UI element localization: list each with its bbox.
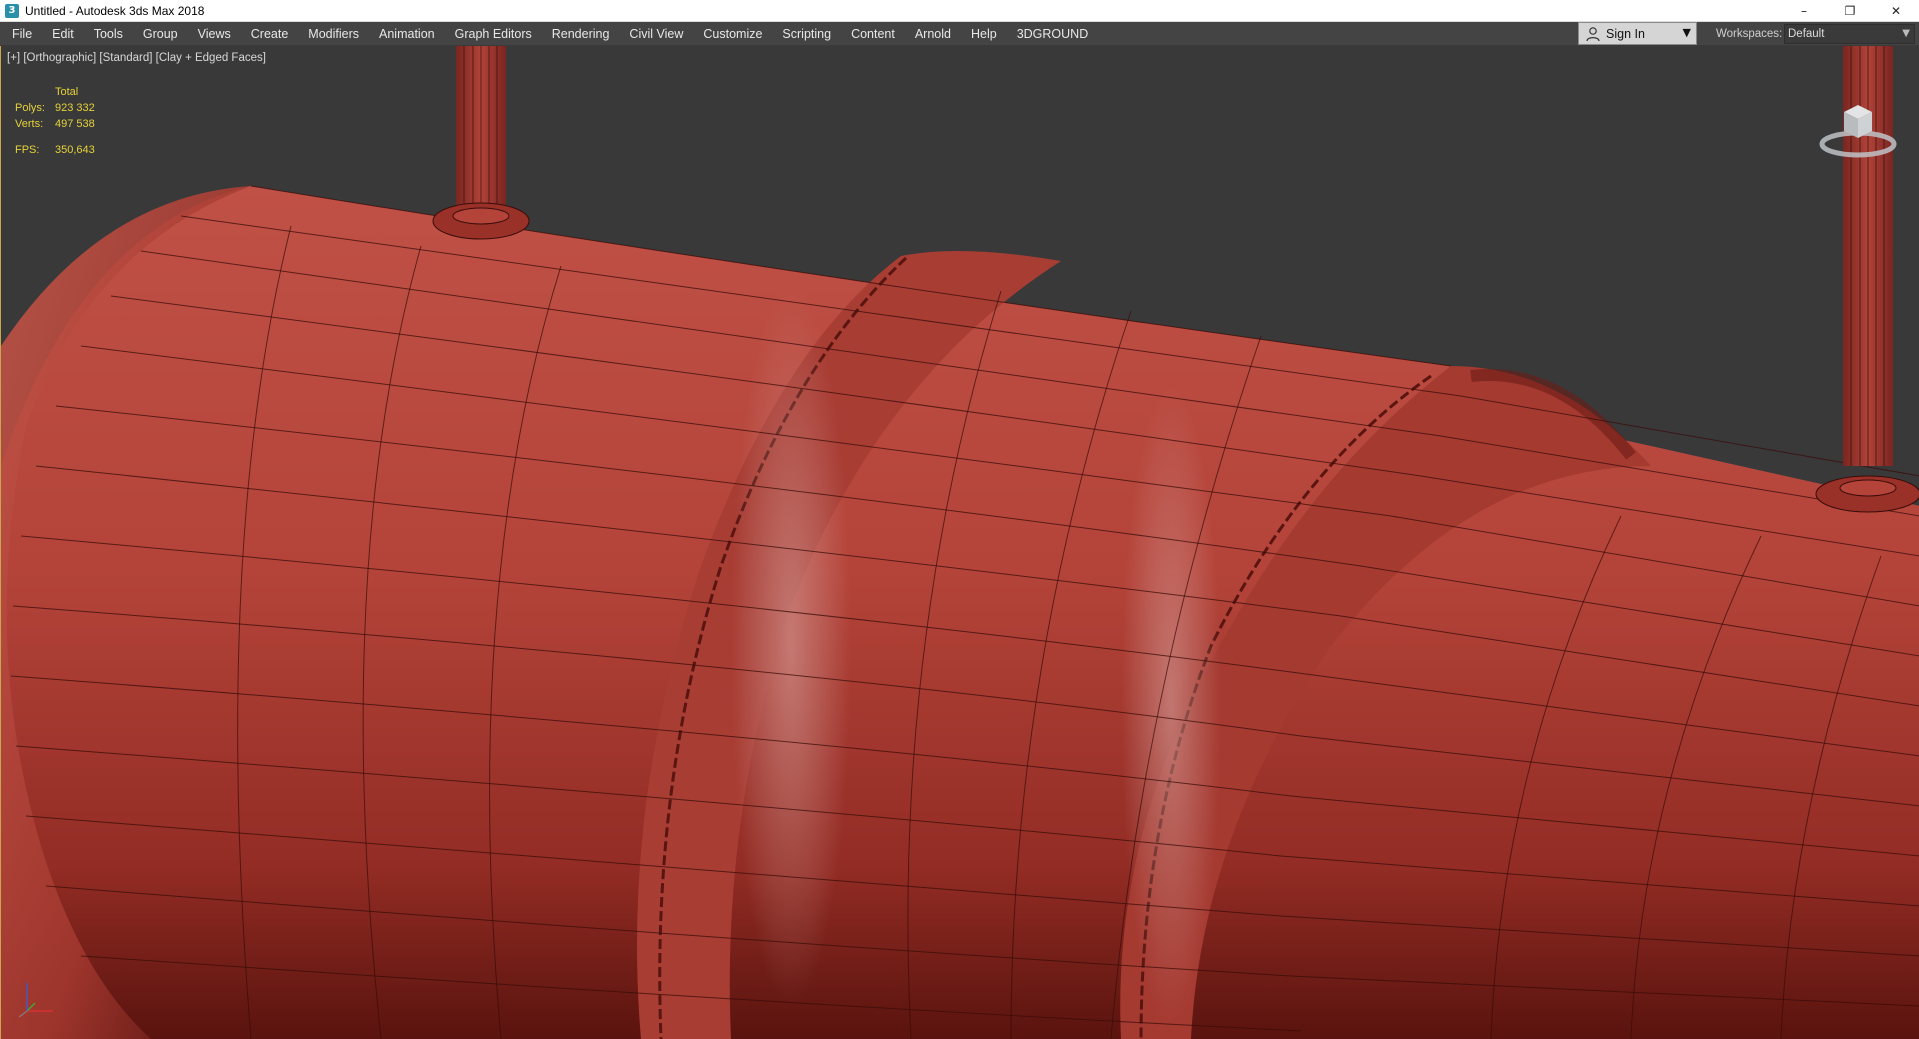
pipe-scene — [1, 46, 1919, 1039]
menu-modifiers[interactable]: Modifiers — [298, 22, 369, 46]
axis-tripod-icon — [18, 983, 53, 1018]
viewport-label: [+] [Orthographic] [Standard] [Clay + Ed… — [7, 52, 266, 64]
verts-value: 497 538 — [55, 118, 95, 130]
menu-rendering[interactable]: Rendering — [542, 22, 620, 46]
stats-header: Total — [55, 86, 79, 98]
menu-arnold[interactable]: Arnold — [905, 22, 961, 46]
workspaces-value: Default — [1788, 28, 1825, 40]
viewport-statistics: Total Polys: 923 332 Verts: 497 538 FPS: 35… — [15, 84, 95, 158]
orthographic-viewport[interactable]: [+] [Orthographic] [Standard] [Clay + Ed… — [0, 46, 1919, 1039]
window-title: Untitled - Autodesk 3ds Max 2018 — [25, 3, 205, 18]
chevron-down-icon: ▼ — [1902, 28, 1910, 39]
viewport-point-of-view-menu[interactable]: [Orthographic] — [23, 52, 96, 64]
menu-civil-view[interactable]: Civil View — [619, 22, 693, 46]
polys-value: 923 332 — [55, 102, 95, 114]
menu-file[interactable]: File — [0, 22, 42, 46]
menu-create[interactable]: Create — [241, 22, 299, 46]
menu-animation[interactable]: Animation — [369, 22, 445, 46]
minimize-button[interactable]: – — [1781, 0, 1827, 22]
menu-group[interactable]: Group — [133, 22, 188, 46]
verts-label: Verts: — [15, 118, 44, 130]
menu-edit[interactable]: Edit — [42, 22, 84, 46]
menu-help[interactable]: Help — [961, 22, 1007, 46]
user-icon — [1586, 26, 1600, 41]
menu-customize[interactable]: Customize — [693, 22, 772, 46]
menu-3dground[interactable]: 3DGROUND — [1007, 22, 1099, 46]
3ds-max-icon[interactable]: 3 — [5, 3, 19, 18]
chevron-down-icon: ▼ — [1682, 26, 1691, 39]
viewport-standard-menu[interactable]: [Standard] — [99, 52, 152, 64]
close-button[interactable]: ✕ — [1873, 0, 1919, 22]
viewport-plus-menu[interactable]: [+] — [7, 52, 20, 64]
menu-graph-editors[interactable]: Graph Editors — [445, 22, 542, 46]
polys-label: Polys: — [15, 102, 45, 114]
sign-in-label: Sign In — [1606, 26, 1645, 41]
sign-in-button[interactable]: Sign In ▼ — [1578, 22, 1697, 45]
menu-tools[interactable]: Tools — [84, 22, 133, 46]
menu-content[interactable]: Content — [841, 22, 905, 46]
viewport-shading-menu[interactable]: [Clay + Edged Faces] — [156, 52, 266, 64]
workspaces-dropdown[interactable]: Default ▼ — [1784, 24, 1915, 44]
workspaces-label: Workspaces: — [1716, 28, 1783, 40]
window-controls: – ❐ ✕ — [1781, 0, 1919, 22]
fps-label: FPS: — [15, 144, 40, 156]
restore-button[interactable]: ❐ — [1827, 0, 1873, 22]
title-bar: 3 Untitled - Autodesk 3ds Max 2018 – ❐ ✕ — [0, 0, 1919, 22]
menu-views[interactable]: Views — [188, 22, 241, 46]
fps-value: 350,643 — [55, 144, 95, 156]
menu-scripting[interactable]: Scripting — [772, 22, 841, 46]
viewcube-icon[interactable] — [1815, 82, 1901, 168]
menu-bar: File Edit Tools Group Views Create Modif… — [0, 22, 1919, 46]
